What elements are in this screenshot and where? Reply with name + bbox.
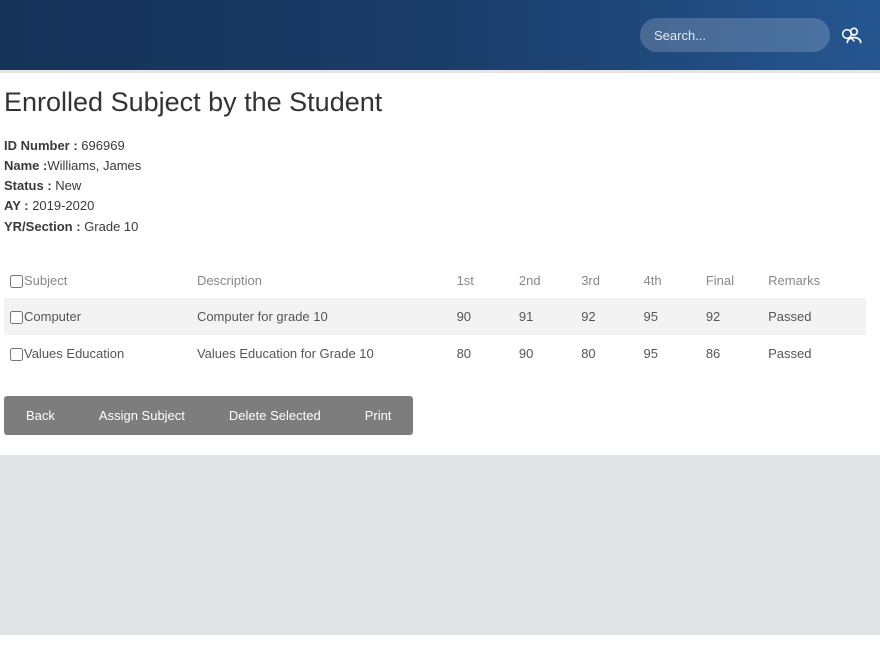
col-4th-header: 4th xyxy=(638,263,700,298)
info-status-value: New xyxy=(55,178,81,193)
info-id-value: 696969 xyxy=(81,138,124,153)
user-icon[interactable] xyxy=(844,25,864,45)
page-title: Enrolled Subject by the Student xyxy=(4,87,866,118)
table-row: Computer Computer for grade 10 90 91 92 … xyxy=(4,298,866,335)
top-header xyxy=(0,0,880,70)
back-button[interactable]: Back xyxy=(4,396,77,435)
cell-1st: 80 xyxy=(451,335,513,372)
cell-3rd: 80 xyxy=(575,335,637,372)
info-id: ID Number : 696969 xyxy=(4,136,866,156)
col-subject-header: Subject xyxy=(24,273,67,288)
table-row: Values Education Values Education for Gr… xyxy=(4,335,866,372)
cell-description: Computer for grade 10 xyxy=(191,298,451,335)
info-status: Status : New xyxy=(4,176,866,196)
cell-remarks: Passed xyxy=(762,335,866,372)
col-description-header: Description xyxy=(191,263,451,298)
col-2nd-header: 2nd xyxy=(513,263,575,298)
info-ay-label: AY : xyxy=(4,198,32,213)
col-remarks-header: Remarks xyxy=(762,263,866,298)
print-button[interactable]: Print xyxy=(343,396,414,435)
footer-area xyxy=(0,455,880,635)
search-input[interactable] xyxy=(654,28,830,43)
info-ay-value: 2019-2020 xyxy=(32,198,94,213)
cell-2nd: 91 xyxy=(513,298,575,335)
search-box[interactable] xyxy=(640,18,830,52)
info-id-label: ID Number : xyxy=(4,138,81,153)
cell-4th: 95 xyxy=(638,298,700,335)
info-yr-section: YR/Section : Grade 10 xyxy=(4,217,866,237)
row-checkbox[interactable] xyxy=(10,348,23,361)
cell-final: 86 xyxy=(700,335,762,372)
cell-remarks: Passed xyxy=(762,298,866,335)
cell-subject: Computer xyxy=(24,309,81,324)
cell-final: 92 xyxy=(700,298,762,335)
student-info: ID Number : 696969 Name :Williams, James… xyxy=(4,136,866,237)
cell-2nd: 90 xyxy=(513,335,575,372)
cell-description: Values Education for Grade 10 xyxy=(191,335,451,372)
info-name-label: Name : xyxy=(4,158,47,173)
info-ay: AY : 2019-2020 xyxy=(4,196,866,216)
col-1st-header: 1st xyxy=(451,263,513,298)
info-name-value: Williams, James xyxy=(47,158,141,173)
cell-1st: 90 xyxy=(451,298,513,335)
assign-subject-button[interactable]: Assign Subject xyxy=(77,396,207,435)
info-yr-label: YR/Section : xyxy=(4,219,84,234)
cell-subject: Values Education xyxy=(24,346,124,361)
info-name: Name :Williams, James xyxy=(4,156,866,176)
col-final-header: Final xyxy=(700,263,762,298)
cell-3rd: 92 xyxy=(575,298,637,335)
cell-4th: 95 xyxy=(638,335,700,372)
row-checkbox[interactable] xyxy=(10,311,23,324)
info-yr-value: Grade 10 xyxy=(84,219,138,234)
action-bar: Back Assign Subject Delete Selected Prin… xyxy=(4,396,413,435)
info-status-label: Status : xyxy=(4,178,55,193)
col-3rd-header: 3rd xyxy=(575,263,637,298)
select-all-checkbox[interactable] xyxy=(10,275,23,288)
grades-table: Subject Description 1st 2nd 3rd 4th Fina… xyxy=(4,263,866,372)
delete-selected-button[interactable]: Delete Selected xyxy=(207,396,343,435)
